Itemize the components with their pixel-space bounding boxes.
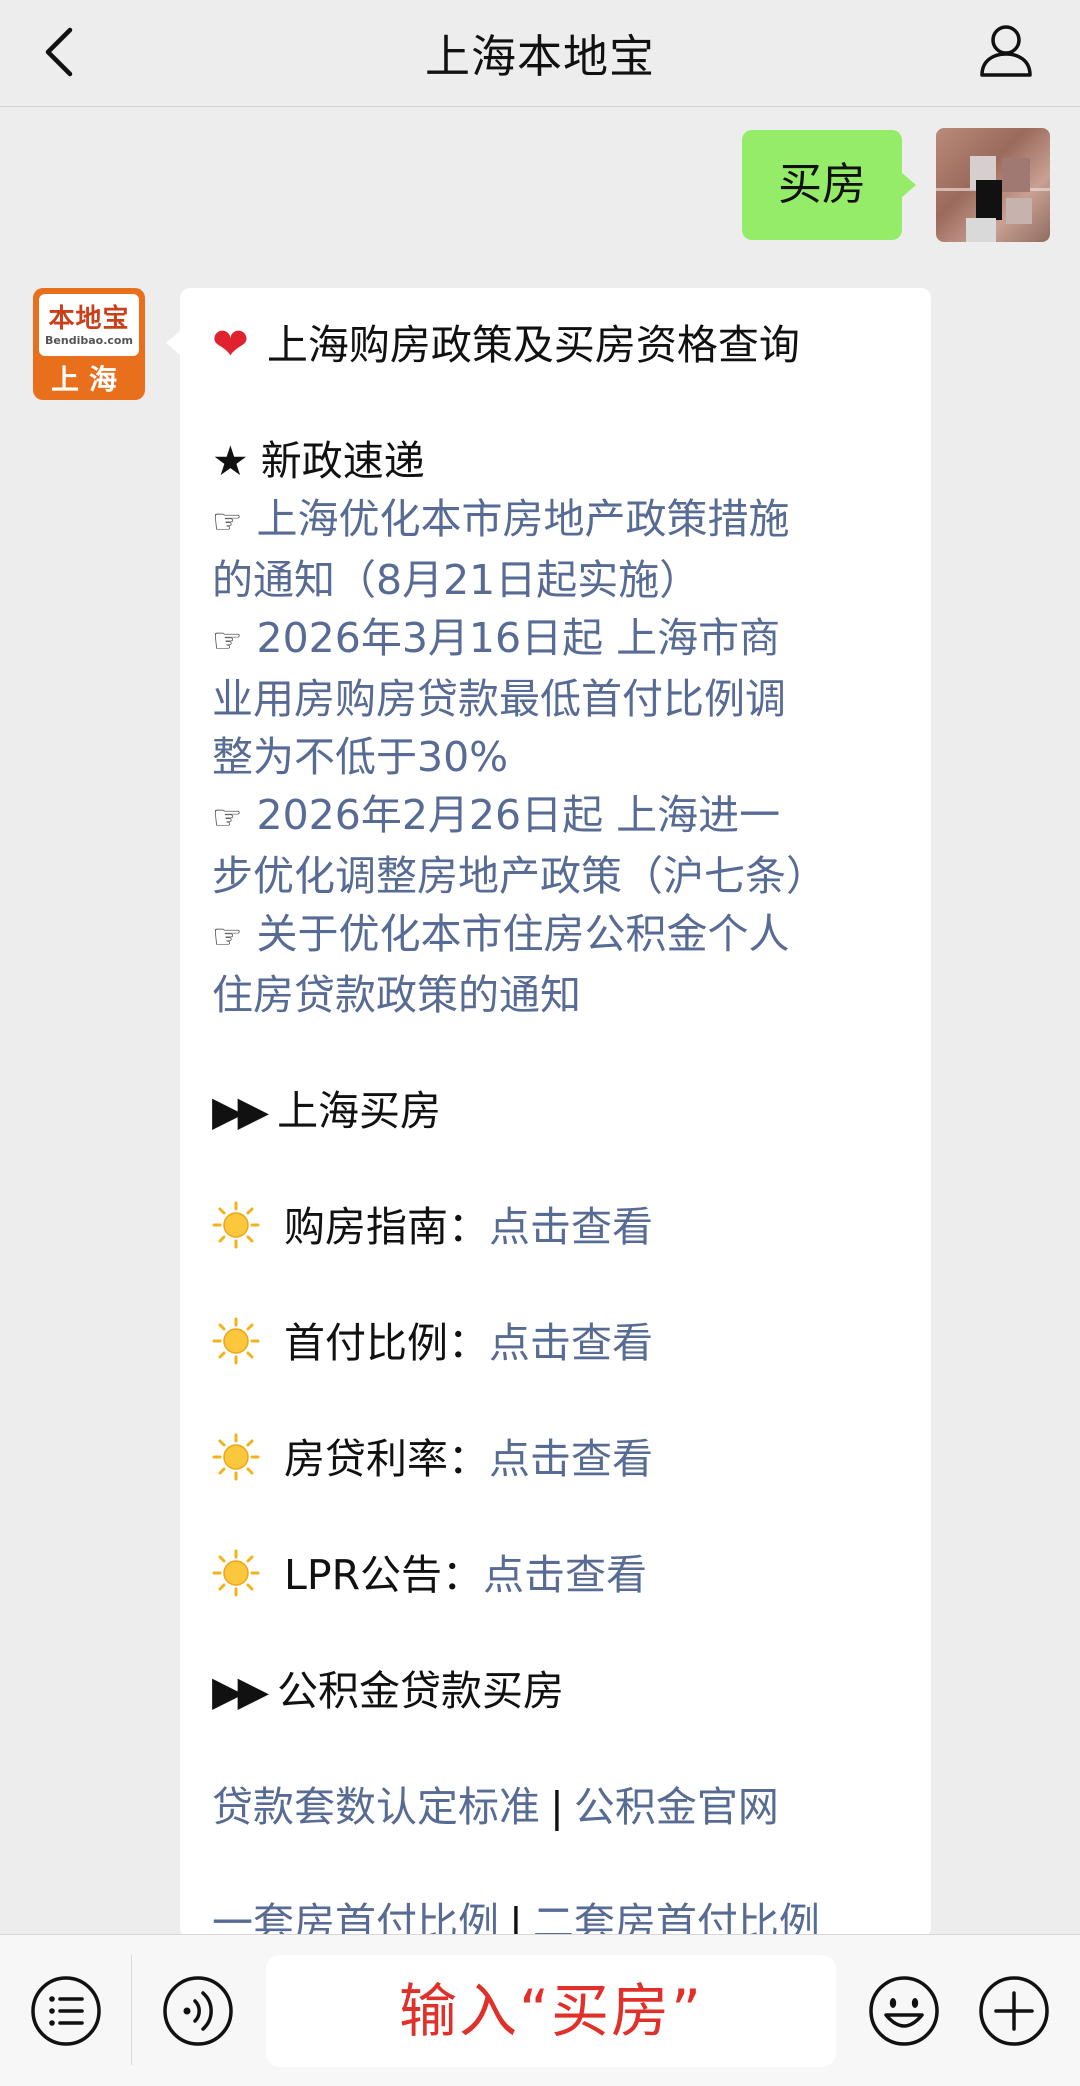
logo-sub-text: Bendibao.com [45, 334, 133, 347]
section-heading: ▶▶ 公积金贷款买房 [212, 1662, 931, 1720]
news-link-text[interactable]: 上海优化本市房地产政策措施 [256, 495, 789, 543]
link-row: 贷款套数认定标准 | 公积金官网 [212, 1778, 931, 1836]
message-input[interactable]: 输入“买房” [266, 1955, 836, 2067]
pointing-hand-icon: ☞ [212, 798, 243, 838]
reply-title: 上海购房政策及买房资格查询 [266, 321, 800, 369]
logo-city-text: 上海 [50, 363, 127, 396]
sun-icon [212, 1317, 260, 1365]
guide-label: 首付比例： [284, 1319, 489, 1367]
play-triangle-icon: ▶▶ [212, 1667, 269, 1715]
sent-message-row: 买房 [650, 128, 1050, 243]
guide-label: 房贷利率： [284, 1435, 489, 1483]
bot-avatar[interactable]: 本地宝 Bendibao.com 上海 [33, 288, 145, 400]
voice-icon[interactable] [160, 1973, 236, 2049]
pointing-hand-icon: ☞ [212, 502, 243, 542]
guide-label: LPR公告： [284, 1551, 484, 1599]
plus-icon[interactable] [976, 1973, 1052, 2049]
news-item[interactable]: ☞ 上海优化本市房地产政策措施 的通知（8月21日起实施） [212, 490, 931, 609]
profile-icon[interactable] [976, 20, 1036, 80]
play-triangle-icon: ▶▶ [212, 1087, 269, 1135]
section-heading-text: 上海买房 [277, 1087, 442, 1135]
news-link-text[interactable]: 的通知（8月21日起实施） [212, 551, 931, 609]
sun-icon [212, 1201, 260, 1249]
news-item[interactable]: ☞ 关于优化本市住房公积金个人 住房贷款政策的通知 [212, 905, 931, 1024]
news-heading-line: ★ 新政速递 [212, 432, 931, 490]
guide-label: 购房指南： [284, 1203, 489, 1251]
link-loan-count-standard[interactable]: 贷款套数认定标准 [212, 1783, 540, 1831]
heart-icon: ❤ [212, 319, 249, 370]
separator: | [550, 1783, 564, 1831]
news-link-text[interactable]: 2026年3月16日起 上海市商 [256, 614, 780, 662]
news-link-text[interactable]: 住房贷款政策的通知 [212, 966, 931, 1024]
menu-list-icon[interactable] [28, 1973, 104, 2049]
guide-link[interactable]: 点击查看 [483, 1551, 647, 1599]
news-heading: 新政速递 [260, 437, 425, 485]
page-title: 上海本地宝 [424, 30, 655, 83]
pointing-hand-icon: ☞ [212, 917, 243, 957]
reply-message-bubble: ❤ 上海购房政策及买房资格查询 ★ 新政速递 ☞ 上海优化本市房地产政策措施 的通知（… [166, 288, 931, 1947]
section-heading: ▶▶ 上海买房 [212, 1082, 931, 1140]
user-avatar[interactable] [936, 128, 1050, 242]
star-icon: ★ [212, 437, 249, 485]
guide-link[interactable]: 点击查看 [489, 1435, 653, 1483]
guide-row: LPR公告：点击查看 [212, 1546, 931, 1604]
news-link-text[interactable]: 步优化调整房地产政策（沪七条） [212, 847, 931, 905]
guide-row: 购房指南：点击查看 [212, 1198, 931, 1256]
section-heading-text: 公积金贷款买房 [277, 1667, 565, 1715]
guide-row: 房贷利率：点击查看 [212, 1430, 931, 1488]
reply-title-line: ❤ 上海购房政策及买房资格查询 [212, 316, 931, 374]
sun-icon [212, 1433, 260, 1481]
news-link-text[interactable]: 业用房购房贷款最低首付比例调 [212, 670, 931, 728]
emoji-icon[interactable] [866, 1973, 942, 2049]
guide-row: 首付比例：点击查看 [212, 1314, 931, 1372]
sun-icon [212, 1549, 260, 1597]
input-bar: 输入“买房” [0, 1934, 1080, 2086]
news-link-text[interactable]: 2026年2月26日起 上海进一 [256, 791, 780, 839]
logo-main-text: 本地宝 [48, 304, 130, 334]
news-item[interactable]: ☞ 2026年3月16日起 上海市商 业用房购房贷款最低首付比例调 整为不低于30… [212, 609, 931, 786]
logo-badge: 本地宝 Bendibao.com [39, 294, 139, 356]
pointing-hand-icon: ☞ [212, 621, 243, 661]
divider [131, 1955, 132, 2065]
news-link-text[interactable]: 关于优化本市住房公积金个人 [256, 910, 789, 958]
guide-link[interactable]: 点击查看 [489, 1203, 653, 1251]
sent-message-bubble[interactable]: 买房 [742, 130, 916, 240]
news-link-text[interactable]: 整为不低于30% [212, 728, 931, 786]
news-item[interactable]: ☞ 2026年2月26日起 上海进一 步优化调整房地产政策（沪七条） [212, 786, 931, 905]
link-fund-website[interactable]: 公积金官网 [574, 1783, 779, 1831]
nav-header: 上海本地宝 [0, 0, 1080, 107]
guide-link[interactable]: 点击查看 [489, 1319, 653, 1367]
